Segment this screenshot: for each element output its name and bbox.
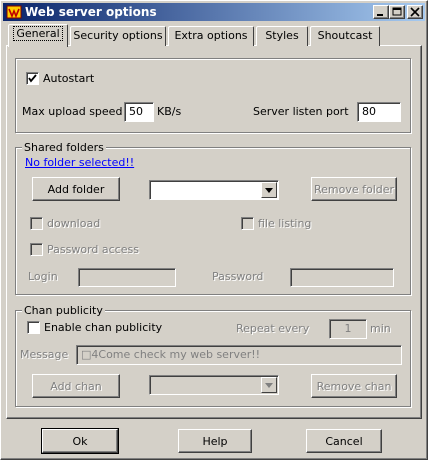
repeat-unit: min bbox=[370, 322, 391, 335]
max-upload-label: Max upload speed bbox=[22, 105, 123, 118]
password-access-label: Password access bbox=[47, 243, 139, 256]
login-label: Login bbox=[28, 270, 58, 283]
download-checkbox[interactable] bbox=[30, 217, 43, 230]
shared-folders-label: Shared folders bbox=[22, 141, 106, 154]
enable-chan-publicity-checkbox[interactable] bbox=[27, 321, 40, 334]
chevron-down-icon bbox=[265, 187, 273, 193]
repeat-every-label: Repeat every bbox=[236, 322, 310, 335]
tab-shoutcast[interactable]: Shoutcast bbox=[310, 26, 380, 46]
tab-label: Security options bbox=[73, 29, 163, 42]
minimize-icon bbox=[377, 14, 383, 16]
login-input[interactable] bbox=[78, 268, 176, 287]
repeat-every-input[interactable]: 1 bbox=[329, 319, 367, 339]
tab-extra-options[interactable]: Extra options bbox=[168, 26, 254, 46]
close-button[interactable] bbox=[407, 5, 423, 19]
autostart-label: Autostart bbox=[43, 72, 95, 85]
general-group bbox=[15, 58, 411, 133]
folder-dropdown-button[interactable] bbox=[261, 182, 277, 198]
maximize-icon bbox=[392, 7, 402, 16]
add-folder-button[interactable]: Add folder bbox=[32, 177, 120, 201]
max-upload-unit: KB/s bbox=[157, 105, 182, 118]
chan-select[interactable] bbox=[149, 375, 279, 395]
minimize-button[interactable] bbox=[373, 5, 389, 19]
window-title: Web server options bbox=[25, 5, 157, 19]
tab-security-options[interactable]: Security options bbox=[70, 26, 166, 46]
chan-dropdown-button[interactable] bbox=[261, 377, 277, 393]
tab-label: Extra options bbox=[174, 29, 248, 42]
folder-status-link[interactable]: No folder selected!! bbox=[25, 156, 134, 170]
password-input[interactable] bbox=[290, 268, 394, 287]
tab-label: Shoutcast bbox=[317, 29, 373, 42]
maximize-button[interactable] bbox=[389, 5, 405, 19]
add-chan-button[interactable]: Add chan bbox=[32, 374, 120, 398]
ok-button[interactable]: Ok bbox=[41, 428, 119, 454]
chan-select-value bbox=[150, 376, 278, 380]
remove-folder-button[interactable]: Remove folder bbox=[311, 177, 397, 201]
tab-label: Styles bbox=[265, 29, 299, 42]
close-icon bbox=[410, 7, 420, 17]
listen-port-label: Server listen port bbox=[253, 105, 349, 118]
chan-publicity-label: Chan publicity bbox=[22, 304, 105, 317]
download-label: download bbox=[47, 217, 101, 230]
folder-select[interactable] bbox=[149, 180, 279, 200]
folder-select-value bbox=[150, 181, 278, 185]
password-access-checkbox[interactable] bbox=[30, 243, 43, 256]
remove-chan-button[interactable]: Remove chan bbox=[311, 374, 397, 398]
chevron-down-icon bbox=[265, 382, 273, 388]
tab-general[interactable]: General bbox=[8, 24, 68, 47]
checkmark-icon bbox=[28, 74, 37, 83]
cancel-button[interactable]: Cancel bbox=[306, 429, 382, 453]
message-input[interactable]: □4Come check my web server!! bbox=[76, 345, 402, 365]
tab-styles[interactable]: Styles bbox=[256, 26, 308, 46]
file-listing-label: file listing bbox=[258, 217, 312, 230]
max-upload-input[interactable]: 50 bbox=[124, 102, 154, 122]
autostart-checkbox[interactable] bbox=[26, 72, 39, 85]
listen-port-input[interactable]: 80 bbox=[357, 102, 401, 122]
app-icon bbox=[6, 4, 22, 20]
file-listing-checkbox[interactable] bbox=[241, 217, 254, 230]
help-button[interactable]: Help bbox=[178, 429, 252, 453]
message-label: Message bbox=[20, 348, 69, 361]
title-bar[interactable]: Web server options bbox=[3, 3, 425, 21]
tab-label: General bbox=[13, 26, 63, 41]
enable-chan-publicity-label: Enable chan publicity bbox=[44, 321, 163, 334]
password-label: Password bbox=[212, 270, 264, 283]
